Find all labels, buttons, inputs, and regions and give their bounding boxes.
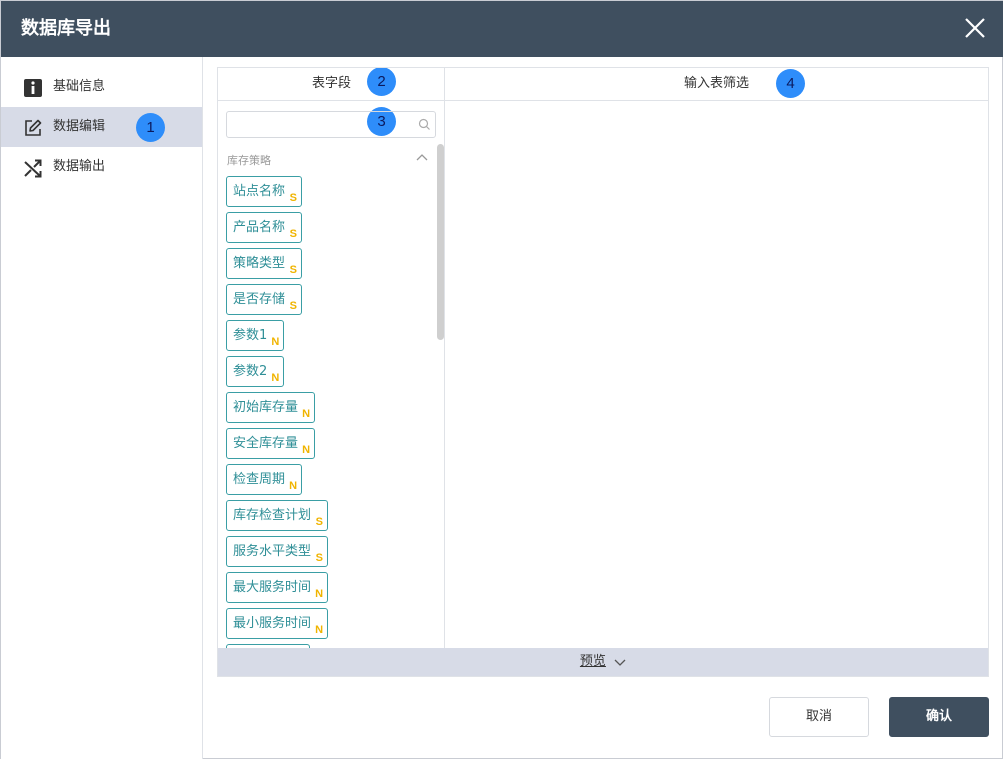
field-tag[interactable]: 最大服务时间 N (226, 572, 329, 603)
field-tag-name: 是否存储 (233, 292, 286, 307)
edit-icon (23, 118, 43, 138)
sidebar-item-basic-info[interactable]: 基础信息 (1, 67, 202, 107)
filter-drop-area[interactable] (445, 101, 988, 648)
field-tag[interactable]: 服务水平类型 S (226, 536, 329, 567)
field-tag-name: 站点名称 (233, 184, 286, 199)
confirm-button[interactable]: 确认 (889, 697, 989, 737)
field-tag-name: 服务水平类型 (233, 544, 312, 559)
field-tag-name: 安全库存量 (233, 436, 299, 451)
field-tag[interactable]: 策略类型 S (226, 248, 303, 279)
field-tag-name: 检查周期 (233, 472, 286, 487)
field-type-marker: S (289, 192, 298, 204)
preview-label: 预览 (579, 654, 606, 669)
cancel-button[interactable]: 取消 (769, 697, 869, 737)
dialog-titlebar: 数据库导出 (1, 1, 1003, 57)
close-icon (965, 18, 985, 38)
field-type-marker: N (271, 336, 280, 348)
sidebar-item-label: 基础信息 (53, 79, 106, 94)
field-editor-panel: 表字段 库存策略 站点名称 S 产品名称 S 策略类型 S 是否存储 S 参数1 N 参数2 N 初始库… (217, 67, 989, 677)
close-button[interactable] (960, 13, 990, 43)
field-tag[interactable]: 最小服务时间 N (226, 608, 329, 639)
chevron-down-icon (614, 659, 626, 666)
field-tag-name: 库存检查计划 (233, 508, 312, 523)
chevron-up-icon[interactable] (416, 152, 428, 162)
field-type-marker: S (289, 264, 298, 276)
search-icon (418, 118, 430, 130)
field-type-marker: S (315, 516, 324, 528)
sidebar-item-label: 数据输出 (53, 159, 106, 174)
sidebar-nav: 基础信息 数据编辑 数据输出 (1, 57, 203, 759)
field-type-marker: N (302, 444, 311, 456)
field-tag[interactable]: 参数1 N (226, 320, 285, 351)
field-tag[interactable]: 安全库存量 N (226, 428, 316, 459)
export-dialog: 数据库导出 基础信息 数据编辑 数据输出 1 2 3 4 表字段 库存策略 站点… (0, 0, 1003, 759)
field-list-scrollbar[interactable] (437, 144, 444, 340)
table-fields-header: 表字段 (218, 68, 444, 101)
field-search-box[interactable] (226, 111, 436, 138)
field-type-marker: S (289, 300, 298, 312)
field-tag-name: 参数1 (233, 328, 268, 343)
field-tag[interactable]: 检查周期 N (226, 464, 303, 495)
field-tag[interactable]: 站点名称 S (226, 176, 303, 207)
input-filter-column: 输入表筛选 (445, 68, 988, 648)
field-type-marker: N (302, 408, 311, 420)
sidebar-item-label: 数据编辑 (53, 119, 106, 134)
field-tag-name: 最小服务时间 (233, 616, 312, 631)
field-tag[interactable]: 库存检查计划 S (226, 500, 329, 531)
field-tag-name: 产品名称 (233, 220, 286, 235)
field-type-marker: N (315, 624, 324, 636)
field-type-marker: N (315, 588, 324, 600)
field-tag-name: 初始库存量 (233, 400, 299, 415)
field-tag-name: 参数2 (233, 364, 268, 379)
dialog-title: 数据库导出 (21, 18, 111, 39)
table-fields-column: 表字段 库存策略 站点名称 S 产品名称 S 策略类型 S 是否存储 S 参数1 N 参数2 N 初始库… (218, 68, 445, 648)
field-type-marker: N (271, 372, 280, 384)
field-search-input[interactable] (233, 115, 403, 134)
field-tag[interactable]: 产品名称 S (226, 212, 303, 243)
shuffle-icon (23, 158, 43, 178)
field-tag-name: 最大服务时间 (233, 580, 312, 595)
sidebar-item-data-edit[interactable]: 数据编辑 (1, 107, 202, 147)
field-tag[interactable]: 是否存储 S (226, 284, 303, 315)
field-tag[interactable]: 初始库存量 N (226, 392, 316, 423)
field-group-label: 库存策略 (227, 154, 271, 167)
info-icon (23, 78, 43, 98)
field-tag[interactable]: 参数2 N (226, 356, 285, 387)
annotation-badge-1: 1 (136, 113, 165, 142)
field-type-marker: N (289, 480, 298, 492)
field-type-marker: S (289, 228, 298, 240)
field-tag-name: 策略类型 (233, 256, 286, 271)
field-type-marker: S (315, 552, 324, 564)
sidebar-item-data-output[interactable]: 数据输出 (1, 147, 202, 187)
input-filter-header: 输入表筛选 (445, 68, 988, 101)
preview-toggle[interactable]: 预览 (218, 648, 988, 676)
